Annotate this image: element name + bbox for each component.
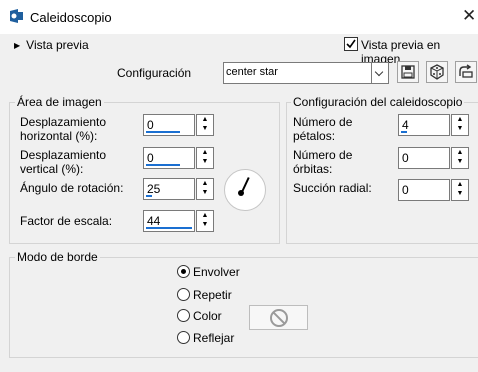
h-offset-stepper[interactable]: 0 ▲ ▼ — [143, 114, 214, 136]
orbits-stepper[interactable]: 0 ▲ ▼ — [398, 147, 469, 169]
spin-arrows-icon[interactable]: ▲ ▼ — [451, 114, 469, 136]
preview-expander[interactable]: ▶ Vista previa — [14, 38, 89, 52]
v-offset-input[interactable]: 0 — [143, 147, 195, 169]
reset-button[interactable] — [455, 61, 477, 83]
spin-arrows-icon[interactable]: ▲ ▼ — [196, 178, 214, 200]
image-area-title: Área de imagen — [15, 95, 104, 109]
title-bar: Caleidoscopio ✕ — [0, 0, 478, 34]
h-offset-input[interactable]: 0 — [143, 114, 195, 136]
v-offset-value: 0 — [147, 151, 154, 165]
reset-icon — [459, 64, 473, 78]
petals-slider[interactable] — [401, 131, 407, 133]
h-offset-slider[interactable] — [146, 131, 180, 133]
preset-value: center star — [226, 66, 278, 78]
preview-label: Vista previa — [26, 38, 89, 52]
checkmark-icon — [346, 39, 356, 49]
edge-mode-group — [9, 257, 478, 358]
spin-arrows-icon[interactable]: ▲ ▼ — [196, 114, 214, 136]
spin-arrows-icon[interactable]: ▲ ▼ — [196, 210, 214, 232]
v-offset-stepper[interactable]: 0 ▲ ▼ — [143, 147, 214, 169]
scale-value: 44 — [147, 214, 161, 228]
app-icon — [10, 9, 23, 23]
h-offset-label: Desplazamiento horizontal (%): — [20, 115, 107, 143]
spin-arrows-icon[interactable]: ▲ ▼ — [196, 147, 214, 169]
rotation-stepper[interactable]: 25 ▲ ▼ — [143, 178, 214, 200]
radio-color-label[interactable]: Color — [193, 309, 222, 323]
radio-envolver-label[interactable]: Envolver — [193, 265, 240, 279]
suction-stepper[interactable]: 0 ▲ ▼ — [398, 179, 469, 201]
window-title: Caleidoscopio — [30, 10, 112, 25]
suction-label: Succión radial: — [293, 181, 372, 195]
spin-arrows-icon[interactable]: ▲ ▼ — [451, 179, 469, 201]
petals-value: 4 — [402, 118, 409, 132]
v-offset-slider[interactable] — [146, 164, 180, 166]
suction-value: 0 — [402, 183, 409, 197]
rotation-label: Ángulo de rotación: — [20, 181, 124, 195]
radio-color[interactable] — [177, 309, 190, 322]
scale-input[interactable]: 44 — [143, 210, 195, 232]
kaleidoscope-title: Configuración del caleidoscopio — [291, 95, 465, 109]
save-preset-button[interactable] — [397, 61, 419, 83]
edge-mode-title: Modo de borde — [15, 250, 100, 264]
chevron-down-icon[interactable] — [371, 63, 388, 83]
rotation-dial[interactable] — [224, 169, 266, 211]
dice-icon — [430, 64, 444, 80]
scale-label: Factor de escala: — [20, 214, 113, 228]
scale-stepper[interactable]: 44 ▲ ▼ — [143, 210, 214, 232]
v-offset-label: Desplazamiento vertical (%): — [20, 148, 107, 176]
edge-color-swatch[interactable] — [249, 305, 308, 330]
save-icon — [401, 65, 415, 79]
scale-slider[interactable] — [146, 227, 192, 229]
petals-input[interactable]: 4 — [398, 114, 450, 136]
orbits-label: Número de órbitas: — [293, 148, 353, 176]
spin-arrows-icon[interactable]: ▲ ▼ — [451, 147, 469, 169]
orbits-input[interactable]: 0 — [398, 147, 450, 169]
preset-dropdown[interactable]: center star — [223, 62, 389, 84]
radio-repetir[interactable] — [177, 288, 190, 301]
rotation-slider[interactable] — [146, 195, 152, 197]
randomize-button[interactable] — [426, 61, 448, 83]
petals-stepper[interactable]: 4 ▲ ▼ — [398, 114, 469, 136]
close-icon[interactable]: ✕ — [462, 6, 476, 26]
suction-input[interactable]: 0 — [398, 179, 450, 201]
rotation-value: 25 — [147, 182, 161, 196]
expand-arrow-icon: ▶ — [14, 41, 21, 50]
dial-knob — [238, 190, 244, 196]
orbits-value: 0 — [402, 151, 409, 165]
radio-envolver[interactable] — [177, 265, 190, 278]
radio-reflejar[interactable] — [177, 331, 190, 344]
petals-label: Número de pétalos: — [293, 115, 353, 143]
preview-on-image-checkbox[interactable] — [344, 37, 358, 51]
radio-reflejar-label[interactable]: Reflejar — [193, 331, 234, 345]
h-offset-value: 0 — [147, 118, 154, 132]
no-color-icon — [270, 309, 288, 327]
rotation-input[interactable]: 25 — [143, 178, 195, 200]
config-label: Configuración — [117, 66, 192, 80]
radio-repetir-label[interactable]: Repetir — [193, 288, 232, 302]
